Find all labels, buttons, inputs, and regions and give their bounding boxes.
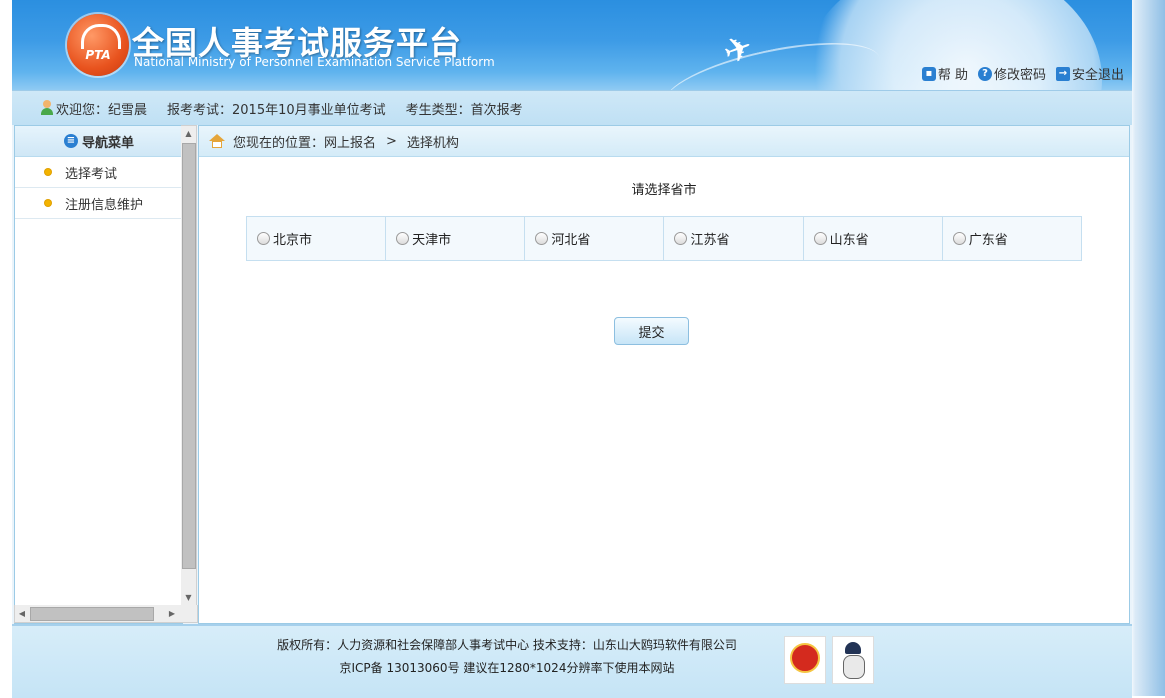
province-option[interactable]: 广东省 (941, 216, 1083, 261)
radio-button[interactable] (396, 232, 410, 245)
logout-label: 安全退出 (1071, 68, 1124, 83)
welcome-text: 欢迎您：纪雪晨 (56, 102, 148, 118)
user-info-bar: 欢迎您：纪雪晨 报考考试：2015年10月事业单位考试 考生类型：首次报考 (12, 90, 1132, 125)
user-icon (40, 100, 54, 116)
radio-button[interactable] (674, 232, 688, 245)
province-option[interactable]: 北京市 (245, 216, 387, 261)
province-label: 江苏省 (690, 233, 730, 248)
help-link-label: 帮 助 (937, 68, 968, 83)
help-icon: ? (977, 66, 992, 81)
province-label: 天津市 (412, 233, 452, 248)
logout-link[interactable]: → 安全退出 (1055, 64, 1124, 83)
site-footer: 版权所有：人力资源和社会保障部人事考试中心 技术支持：山东山大鸥玛软件有限公司 … (12, 624, 1132, 698)
sidebar-item-select-exam[interactable]: 选择考试 (15, 157, 183, 188)
submit-button[interactable]: 提交 (614, 317, 689, 345)
province-label: 山东省 (829, 233, 869, 248)
sidebar-vertical-scrollbar[interactable]: ▲ ▼ (181, 125, 197, 607)
police-figure-icon (843, 655, 865, 679)
change-password-label: 修改密码 (993, 68, 1046, 83)
seal-icon (790, 643, 820, 673)
breadcrumb: 您现在的位置：网上报名 > 选择机构 (199, 126, 1129, 157)
candidate-type: 考生类型：首次报考 (405, 102, 523, 118)
scroll-down-icon[interactable]: ▼ (181, 590, 196, 606)
bullet-icon (45, 169, 51, 175)
logo-text: PTA (85, 48, 111, 62)
breadcrumb-prefix: 您现在的位置：网上报名 (233, 135, 377, 151)
radio-button[interactable] (535, 232, 549, 245)
breadcrumb-separator: > (386, 133, 397, 149)
sidebar-title: 导航菜单 (81, 135, 134, 151)
sidebar: ≡ 导航菜单 选择考试 注册信息维护 (14, 125, 183, 624)
province-option[interactable]: 河北省 (524, 216, 665, 261)
exam-info: 报考考试：2015年10月事业单位考试 (167, 102, 386, 118)
province-table: 北京市 天津市 河北省 江苏省 山东省 广东省 (245, 216, 1083, 261)
logo-arch-icon (81, 24, 121, 49)
change-password-link[interactable]: ? 修改密码 (977, 64, 1046, 83)
scroll-right-icon[interactable]: ▶ (165, 605, 179, 622)
lock-icon: ▪ (921, 66, 936, 81)
menu-icon: ≡ (63, 134, 78, 148)
home-icon (209, 134, 225, 148)
pta-logo: PTA (67, 14, 129, 76)
scroll-left-icon[interactable]: ◀ (15, 605, 29, 622)
site-header: PTA 全国人事考试服务平台 National Ministry of Pers… (12, 0, 1132, 90)
province-label: 广东省 (968, 233, 1008, 248)
footer-icp: 京ICP备 13013060号 建议在1280*1024分辨率下使用本网站 (339, 661, 675, 675)
bullet-icon (45, 200, 51, 206)
scroll-thumb[interactable] (182, 143, 196, 569)
police-seal-badge[interactable] (784, 636, 826, 684)
footer-copyright: 版权所有：人力资源和社会保障部人事考试中心 技术支持：山东山大鸥玛软件有限公司 (277, 638, 737, 652)
province-label: 北京市 (273, 233, 313, 248)
site-subtitle: National Ministry of Personnel Examinati… (134, 55, 495, 69)
scroll-thumb-horizontal[interactable] (30, 607, 154, 621)
sidebar-horizontal-scrollbar[interactable]: ◀ ▶ (14, 605, 198, 623)
scroll-up-icon[interactable]: ▲ (181, 126, 196, 142)
police-cap-icon (845, 642, 861, 654)
province-option[interactable]: 天津市 (385, 216, 526, 261)
exit-icon: → (1055, 66, 1070, 81)
province-option[interactable]: 山东省 (802, 216, 943, 261)
top-links: ▪ 帮 助 ? 修改密码 → 安全退出 (921, 64, 1124, 83)
sidebar-item-registration-info[interactable]: 注册信息维护 (15, 188, 183, 219)
radio-button[interactable] (257, 232, 270, 245)
radio-button[interactable] (952, 232, 966, 245)
main-content: 您现在的位置：网上报名 > 选择机构 请选择省市 北京市 天津市 河北省 江苏省… (198, 125, 1130, 624)
sidebar-item-label: 注册信息维护 (65, 197, 144, 213)
sidebar-header: ≡ 导航菜单 (15, 126, 183, 157)
cyber-police-badge[interactable] (832, 636, 874, 684)
radio-button[interactable] (813, 232, 827, 245)
province-option[interactable]: 江苏省 (663, 216, 804, 261)
select-province-prompt: 请选择省市 (631, 183, 697, 198)
province-label: 河北省 (551, 233, 591, 248)
help-link[interactable]: ▪ 帮 助 (921, 64, 968, 83)
sidebar-item-label: 选择考试 (65, 166, 118, 182)
breadcrumb-current: 选择机构 (406, 135, 459, 151)
